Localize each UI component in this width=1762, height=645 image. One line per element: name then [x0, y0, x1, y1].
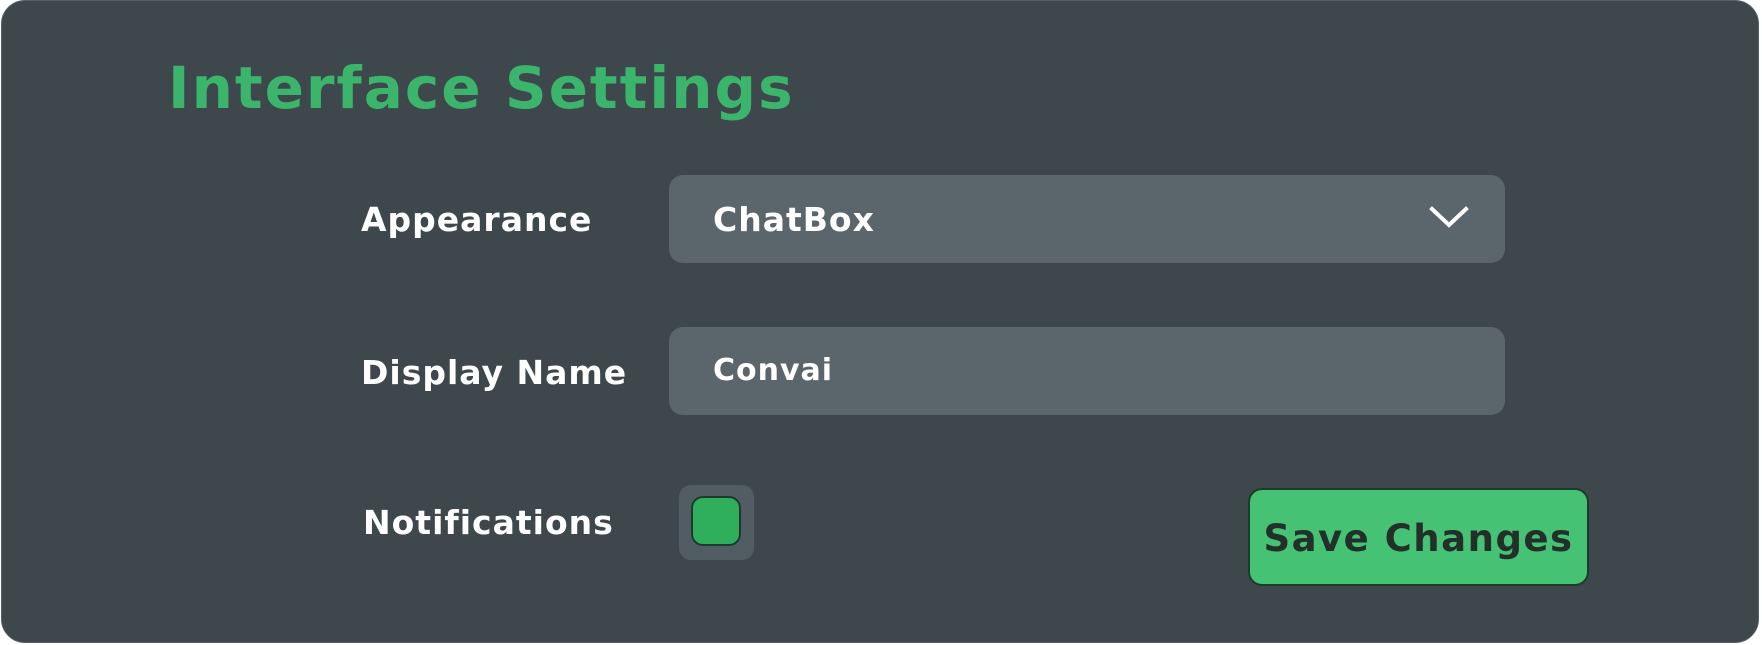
notifications-checkbox[interactable] — [679, 485, 754, 560]
notifications-label: Notifications — [363, 503, 614, 542]
display-name-label: Display Name — [361, 353, 628, 392]
appearance-label: Appearance — [361, 200, 593, 239]
panel-title: Interface Settings — [168, 54, 795, 122]
appearance-dropdown[interactable]: ChatBox — [669, 175, 1505, 263]
display-name-value: Convai — [713, 353, 834, 388]
save-button-label: Save Changes — [1263, 517, 1574, 560]
display-name-field[interactable]: Convai — [669, 327, 1505, 415]
chevron-down-icon[interactable] — [1429, 203, 1469, 231]
settings-panel: Interface Settings Appearance ChatBox Di… — [1, 0, 1759, 643]
save-changes-button[interactable]: Save Changes — [1248, 488, 1589, 586]
checkbox-checked-indicator — [691, 496, 741, 546]
appearance-selected-value: ChatBox — [713, 200, 875, 239]
